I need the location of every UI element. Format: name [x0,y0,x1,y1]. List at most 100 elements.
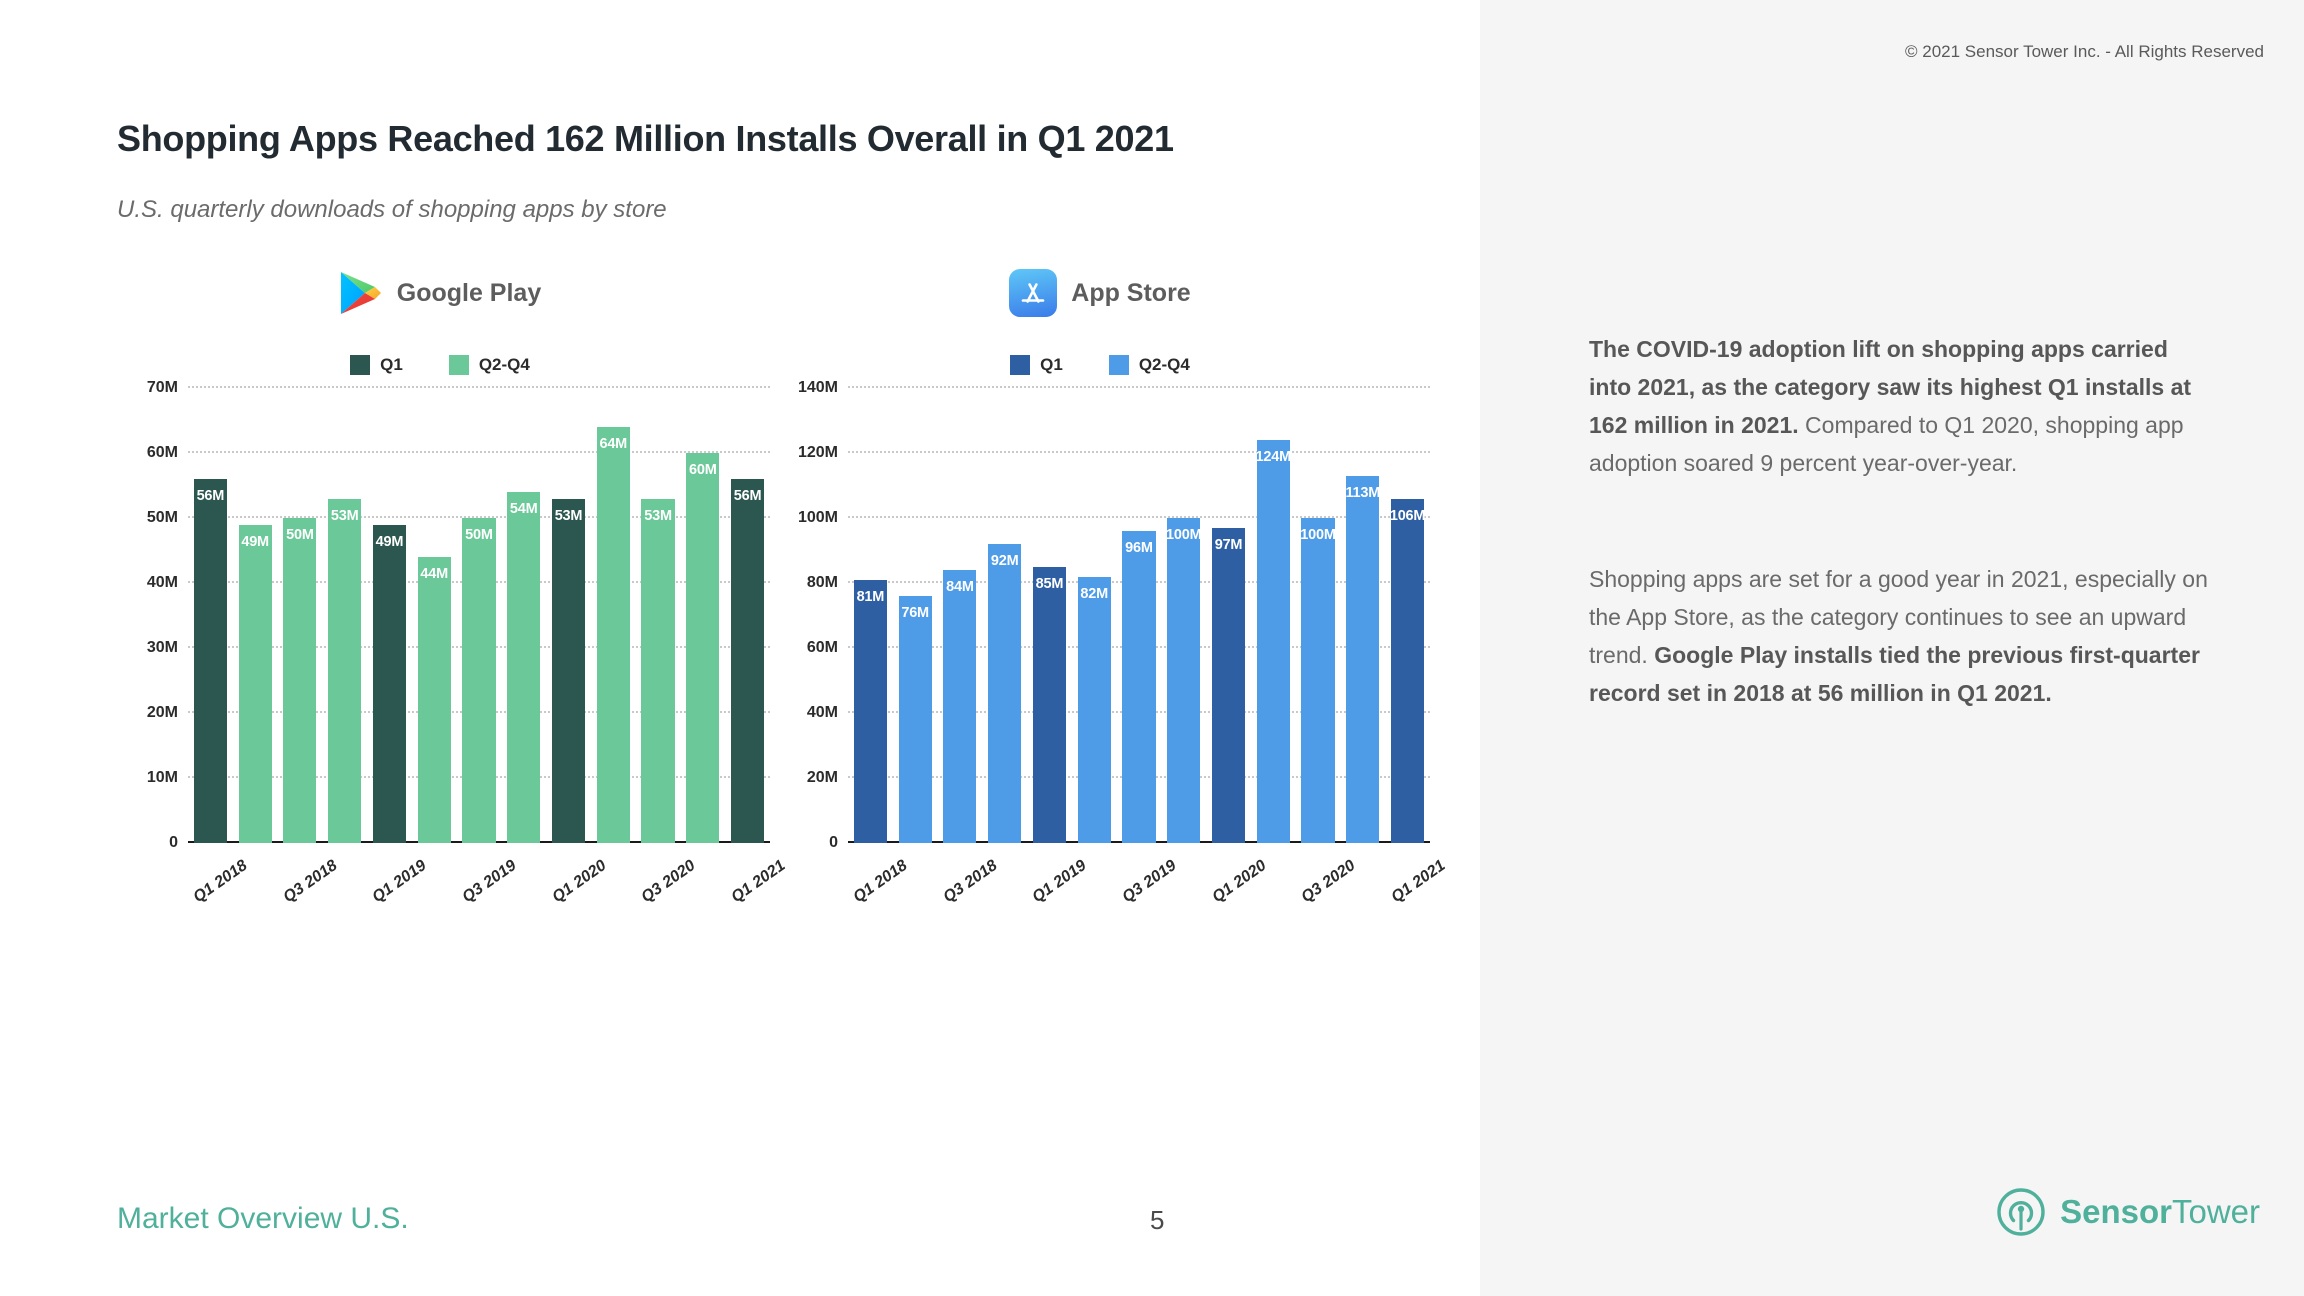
insight-paragraph-1: The COVID-19 adoption lift on shopping a… [1589,330,2209,482]
x-axis-tick [1161,843,1206,933]
y-axis-tick-label: 0 [829,834,838,851]
bar-value-label: 49M [241,533,269,550]
x-axis-tick: Q3 2020 [636,843,698,933]
bars-app-store: 81M 76M 84M 92M 85M 82M 96M 100M 97M 124M 100M 113M… [848,388,1430,843]
bar[interactable]: 64M [596,427,630,843]
bar-value-label: 96M [1125,540,1153,556]
bars-google-play: 56M 49M 50M 53M 49M 44M 50M 54M 53M 64M 53M 60M 56M [188,388,770,843]
bar[interactable]: 106M [1389,498,1426,843]
bar[interactable]: 81M [853,579,887,843]
slide: Shopping Apps Reached 162 Million Instal… [0,0,2304,1296]
bar-value-label: 76M [901,605,929,621]
axis-area-app-store: 0 20M 40M 60M 80M 100M 120M 140M 81M 76M 84M 92M 85… [798,379,1430,851]
y-axis-tick-label: 30M [146,639,178,656]
x-axis-tick: Q1 2021 [725,843,788,933]
bar[interactable]: 124M [1256,440,1291,843]
bar[interactable]: 53M [641,498,675,843]
bar[interactable]: 49M [372,524,406,843]
x-axis-tick: Q1 2019 [367,843,430,933]
bar[interactable]: 97M [1211,527,1246,843]
x-axis-tick: Q1 2020 [546,843,609,933]
bar-slot: 44M [412,388,457,843]
bar[interactable]: 76M [898,596,932,843]
legend-label-q2q4: Q2-Q4 [478,355,530,374]
x-axis-tick: Q1 2018 [848,843,911,933]
bar-value-label: 92M [990,553,1019,569]
bar-value-label: 97M [1214,536,1243,553]
x-axis-tick: Q1 2018 [188,843,251,933]
bar-value-label: 64M [599,436,628,452]
xaxis-google-play: Q1 2018 Q3 2018 Q1 2019 Q3 2019 Q1 2020 Q3 20… [188,843,788,933]
bar-value-label: 60M [688,462,717,478]
plot-google-play: 0 10M 20M 30M 40M 50M 60M 70M 56M 49M 50M 53M 49M 44… [110,379,788,906]
google-play-icon [339,270,383,316]
bar[interactable]: 50M [462,518,496,843]
bar-value-label: 53M [554,507,583,524]
bar-slot: 53M [636,388,681,843]
bar[interactable]: 56M [193,479,227,843]
bar-slot: 64M [591,388,636,843]
bar[interactable]: 50M [283,518,317,843]
page-title: Shopping Apps Reached 162 Million Instal… [117,118,1174,159]
bar[interactable]: 56M [731,479,765,843]
bar-value-label: 50M [286,527,314,543]
legend-app-store: Q1 Q2-Q4 [770,348,1430,382]
x-axis-tick: Q3 2019 [1117,843,1179,933]
bar-slot: 56M [725,388,770,843]
bar[interactable]: 113M [1345,475,1381,843]
bar-slot: 85M [1027,388,1072,843]
chart-header-google-play: Google Play [110,262,770,324]
x-axis-tick: Q3 2018 [938,843,1000,933]
y-axis-tick-label: 60M [146,444,178,461]
bar[interactable]: 85M [1032,566,1066,843]
bar-value-label: 106M [1389,507,1426,524]
bar[interactable]: 60M [686,453,720,843]
chart-app-store: App Store Q1 Q2-Q4 0 20M 40M 60M 80M 100M 120M… [770,262,1448,906]
x-axis-tick: Q3 2018 [278,843,340,933]
x-axis-tick: Q3 2019 [457,843,519,933]
legend-swatch-q2q4 [1108,355,1129,375]
sensor-tower-mark-icon [1995,1186,2047,1238]
bar[interactable]: 53M [328,498,362,843]
bar[interactable]: 49M [238,524,272,843]
bar-slot: 54M [501,388,546,843]
x-axis-tick [893,843,938,933]
bar-value-label: 100M [1166,527,1202,543]
x-axis-tick [233,843,278,933]
bar[interactable]: 100M [1300,518,1336,843]
x-axis-tick-label: Q1 2021 [1387,857,1449,907]
bar-value-label: 113M [1345,484,1381,501]
bar-slot: 82M [1072,388,1117,843]
insight-2-bold: Google Play installs tied the previous f… [1589,642,2200,706]
bar-slot: 106M [1385,388,1430,843]
bar-value-label: 56M [196,488,225,504]
brand-name-sensor: Sensor [2060,1193,2172,1230]
bar[interactable]: 82M [1077,576,1111,843]
legend-google-play: Q1 Q2-Q4 [110,348,770,382]
store-name-app-store: App Store [1071,278,1191,307]
bar[interactable]: 92M [988,544,1022,843]
legend-label-q2q4: Q2-Q4 [1138,355,1190,374]
x-axis-tick [1072,843,1117,933]
bar[interactable]: 96M [1122,531,1156,843]
bar-value-label: 81M [856,588,885,605]
x-axis-tick [982,843,1027,933]
bar[interactable]: 84M [943,570,977,843]
page-number: 5 [1150,1205,1165,1235]
y-axis-tick-label: 40M [146,574,178,591]
bar-value-label: 49M [375,533,404,550]
y-axis-tick-label: 40M [806,704,838,721]
bar[interactable]: 54M [507,492,541,843]
y-axis-tick-label: 10M [146,769,178,786]
chart-google-play: Google Play Q1 Q2-Q4 0 10M 20M 30M 40M 50M 60M… [110,262,788,906]
bar[interactable]: 53M [551,498,586,843]
bar[interactable]: 44M [417,557,451,843]
x-axis-tick [1340,843,1385,933]
bar-value-label: 50M [465,527,493,543]
y-axis-tick-label: 50M [146,509,178,526]
bar-slot: 50M [278,388,323,843]
bar-slot: 50M [457,388,502,843]
bar[interactable]: 100M [1166,518,1202,843]
legend-swatch-q2q4 [448,355,469,375]
bar-slot: 56M [188,388,233,843]
